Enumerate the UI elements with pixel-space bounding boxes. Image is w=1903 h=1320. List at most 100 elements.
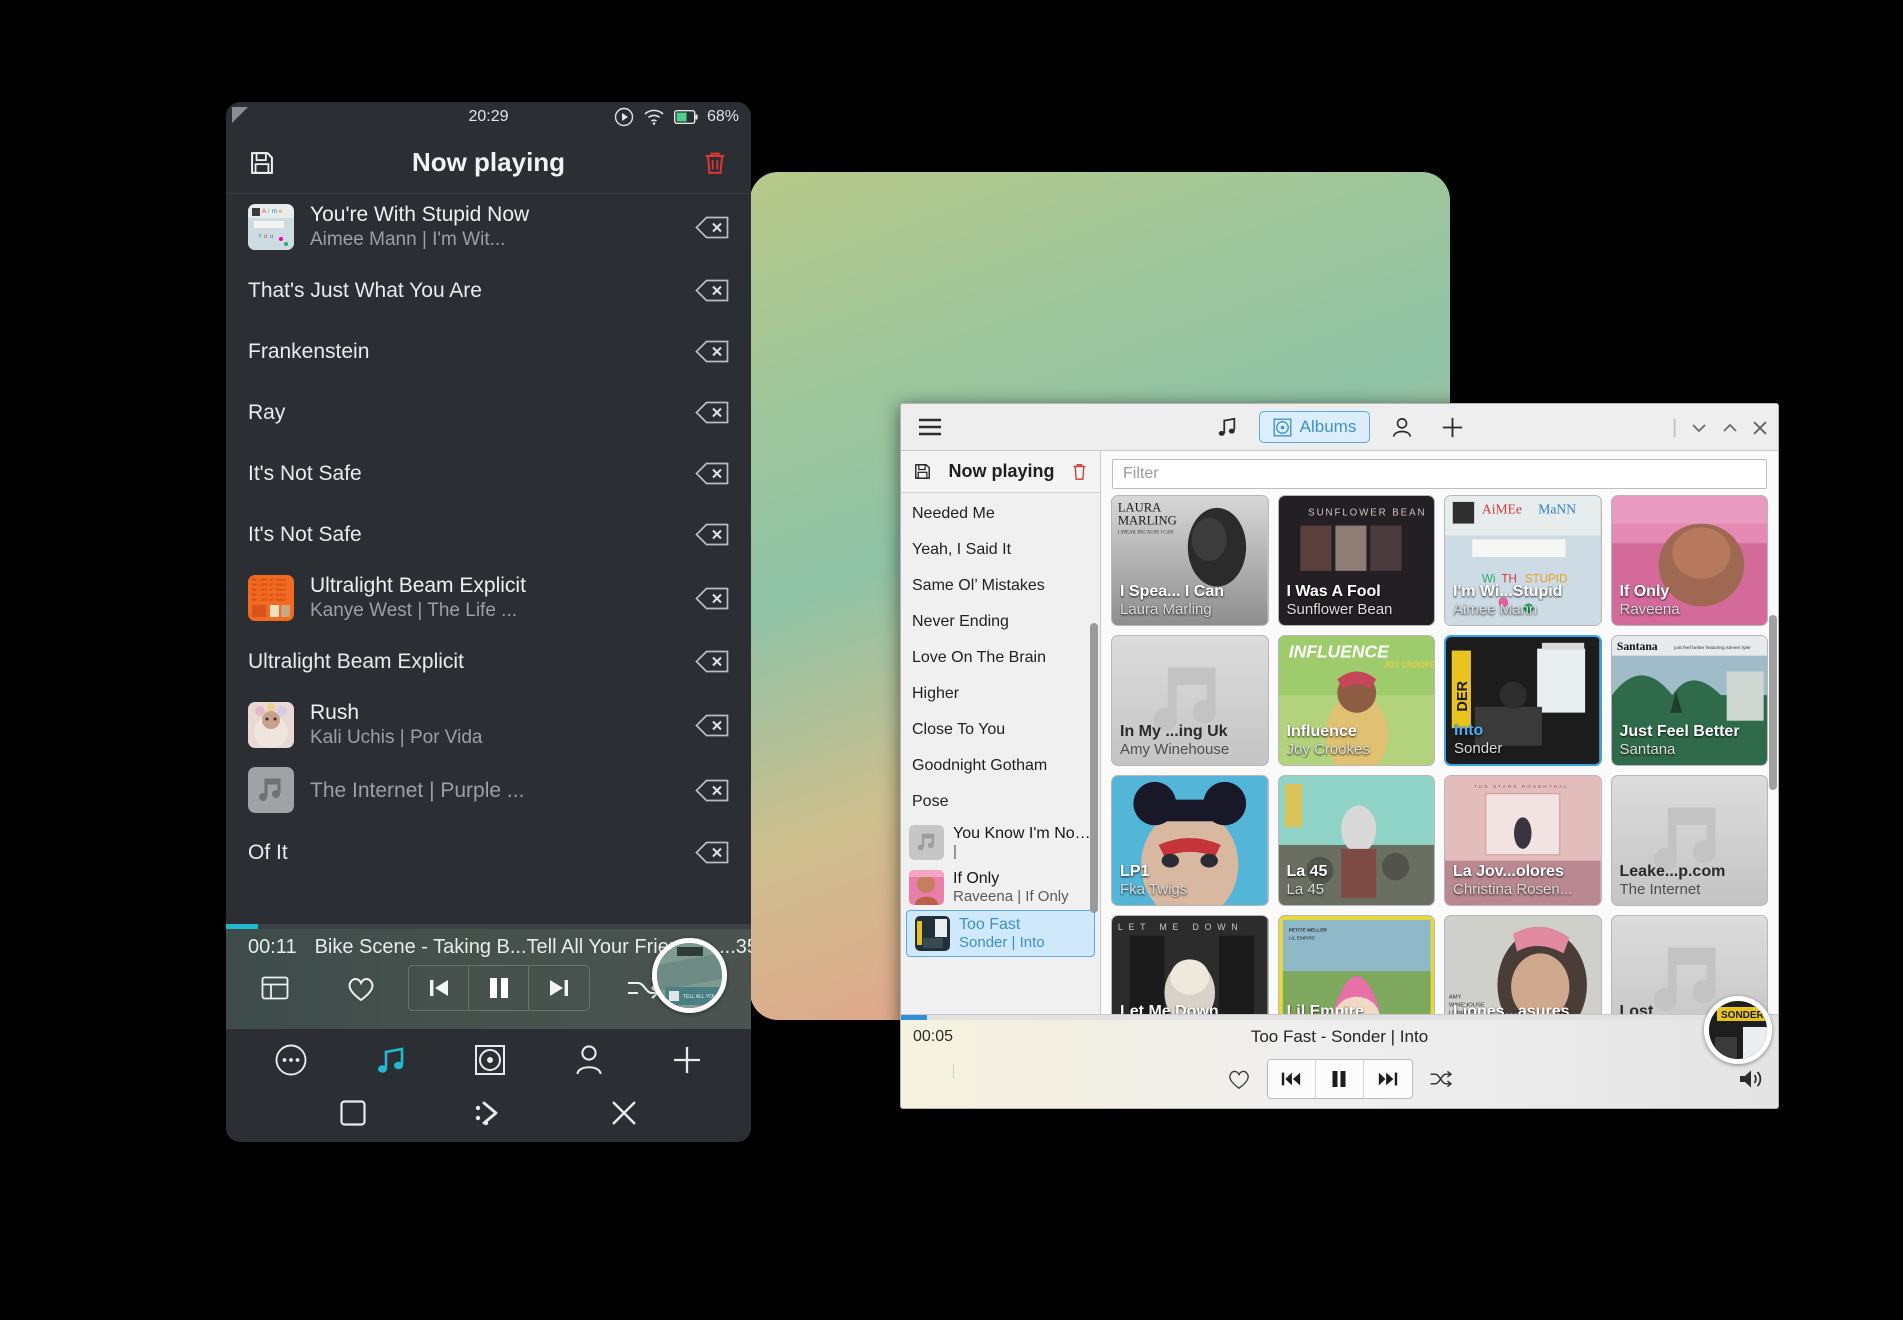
album-card[interactable]: INFLUENCEJOY CROOKES Influence Joy Crook… bbox=[1277, 635, 1435, 766]
list-item[interactable]: Same Ol’ Mistakes bbox=[901, 568, 1100, 604]
queue-item[interactable]: It's Not Safe bbox=[226, 443, 751, 504]
save-icon[interactable] bbox=[913, 462, 932, 481]
album-card[interactable]: La 45 La 45 bbox=[1277, 775, 1435, 906]
floating-album-art-phone[interactable]: TELL ALL YOUR FRIENDS bbox=[652, 938, 727, 1013]
remove-icon[interactable] bbox=[695, 650, 729, 673]
svg-text:just feel better featuring ste: just feel better featuring steven tyler bbox=[1673, 645, 1751, 651]
queue-item[interactable]: Frankenstein bbox=[226, 321, 751, 382]
queue-item[interactable]: The Internet | Purple ... bbox=[226, 758, 751, 822]
queue-item-subtitle: Kali Uchis | Por Vida bbox=[310, 727, 483, 748]
person-icon[interactable] bbox=[1384, 410, 1420, 444]
list-item[interactable]: Higher bbox=[901, 676, 1100, 712]
album-card[interactable]: AiMEe MaNN Wi TH STUPID I'm Wi...Stupid Aime… bbox=[1444, 495, 1602, 626]
queue-item[interactable]: AimeYou You're With Stupid Now Aimee Man… bbox=[226, 194, 751, 260]
heart-icon[interactable] bbox=[1227, 1068, 1251, 1090]
square-icon[interactable] bbox=[339, 1099, 367, 1127]
trash-icon[interactable] bbox=[1071, 462, 1088, 481]
remove-icon[interactable] bbox=[695, 841, 729, 864]
sidebar-title: Now playing bbox=[948, 461, 1055, 481]
album-card[interactable]: THE STARS ROSENTHAL La Jov...olores Chri… bbox=[1444, 775, 1602, 906]
music-note-icon[interactable] bbox=[375, 1044, 407, 1076]
now-playing-list[interactable]: Needed Me Yeah, I Said It Same Ol’ Mista… bbox=[901, 493, 1100, 1014]
queue-item[interactable]: Ultralight Beam Explicit bbox=[226, 631, 751, 692]
album-card[interactable]: LET ME DOWN Let Me Down Jorja Smith bbox=[1111, 915, 1269, 1014]
sidebar-scrollbar[interactable] bbox=[1090, 623, 1098, 913]
list-item[interactable]: Close To You bbox=[901, 712, 1100, 748]
remove-icon[interactable] bbox=[695, 216, 729, 239]
album-title: Liones...asures bbox=[1453, 1003, 1570, 1014]
remove-icon[interactable] bbox=[695, 587, 729, 610]
remove-icon[interactable] bbox=[695, 340, 729, 363]
list-item[interactable]: Yeah, I Said It bbox=[901, 532, 1100, 568]
minimize-icon[interactable] bbox=[1690, 421, 1708, 435]
remove-icon[interactable] bbox=[695, 779, 729, 802]
list-item[interactable]: Needed Me bbox=[901, 496, 1100, 532]
list-item[interactable]: Pose bbox=[901, 784, 1100, 820]
album-card[interactable]: LP1 Fka Twigs bbox=[1111, 775, 1269, 906]
album-card-selected[interactable]: DER Into Sonder bbox=[1444, 635, 1602, 766]
album-card[interactable]: If Only Raveena bbox=[1610, 495, 1768, 626]
queue-item-title: Ultralight Beam Explicit bbox=[248, 649, 464, 673]
previous-button[interactable] bbox=[1268, 1060, 1316, 1098]
person-icon[interactable] bbox=[574, 1044, 604, 1076]
queue-item[interactable]: That's Just What You Are bbox=[226, 260, 751, 321]
corner-triangle-icon bbox=[232, 107, 254, 127]
trash-icon[interactable] bbox=[701, 149, 729, 177]
album-card[interactable]: Santana just feel better featuring steven… bbox=[1610, 635, 1768, 766]
list-item-selected[interactable]: Too Fast Sonder | Into bbox=[906, 910, 1095, 957]
pause-button[interactable] bbox=[1316, 1060, 1364, 1098]
pause-button[interactable] bbox=[469, 966, 529, 1010]
music-note-icon[interactable] bbox=[1209, 410, 1245, 444]
albums-scrollbar[interactable] bbox=[1769, 615, 1777, 790]
desktop-titlebar: Albums | bbox=[901, 404, 1778, 451]
queue-item[interactable]: Ray bbox=[226, 382, 751, 443]
next-button[interactable] bbox=[1364, 1060, 1412, 1098]
remove-icon[interactable] bbox=[695, 714, 729, 737]
more-icon[interactable] bbox=[274, 1043, 308, 1077]
save-icon[interactable] bbox=[248, 149, 276, 177]
next-button[interactable] bbox=[529, 966, 589, 1010]
remove-icon[interactable] bbox=[695, 462, 729, 485]
album-card[interactable]: LAURA MARLING I SPEAK BECAUSE I CAN I Spea… bbox=[1111, 495, 1269, 626]
tab-albums[interactable]: Albums bbox=[1258, 411, 1371, 443]
album-card[interactable]: Leake...p.com The Internet bbox=[1610, 775, 1768, 906]
queue-item-title: It's Not Safe bbox=[248, 461, 362, 485]
hamburger-icon[interactable] bbox=[913, 410, 947, 444]
album-card[interactable]: AMYWINEHOUSELIONESS Liones...asures Amy … bbox=[1444, 915, 1602, 1014]
list-item[interactable]: Goodnight Gotham bbox=[901, 748, 1100, 784]
phone-bottom-nav bbox=[226, 1029, 751, 1142]
close-icon[interactable] bbox=[1752, 420, 1768, 436]
queue-item[interactable]: THE LIFE OF PABLO THE LIFE OF PABLO THE LI… bbox=[226, 565, 751, 631]
filter-input[interactable]: Filter bbox=[1112, 459, 1767, 489]
queue-item[interactable]: Of It bbox=[226, 822, 751, 883]
album-card[interactable]: PETITE MELLERLIL EMPIRE Lil Empire Petit… bbox=[1277, 915, 1435, 1014]
heart-icon[interactable] bbox=[334, 966, 388, 1010]
shuffle-icon[interactable] bbox=[1429, 1069, 1453, 1089]
queue-item[interactable]: Rush Kali Uchis | Por Vida bbox=[226, 692, 751, 758]
queue-item[interactable]: It's Not Safe bbox=[226, 504, 751, 565]
albums-icon[interactable] bbox=[474, 1044, 506, 1076]
albums-grid-wrapper[interactable]: LAURA MARLING I SPEAK BECAUSE I CAN I Spea… bbox=[1101, 495, 1778, 1014]
volume-icon[interactable] bbox=[1738, 1068, 1764, 1090]
remove-icon[interactable] bbox=[695, 279, 729, 302]
close-icon[interactable] bbox=[609, 1098, 639, 1128]
phone-queue-list[interactable]: AimeYou You're With Stupid Now Aimee Man… bbox=[226, 194, 751, 924]
svg-text:I SPEAK BECAUSE I CAN: I SPEAK BECAUSE I CAN bbox=[1118, 530, 1174, 535]
floating-album-art-desktop[interactable]: SONDER bbox=[1704, 996, 1772, 1064]
list-item[interactable]: You Know I'm No Good | bbox=[901, 820, 1100, 865]
previous-button[interactable] bbox=[409, 966, 469, 1010]
list-item[interactable]: Love On The Brain bbox=[901, 640, 1100, 676]
album-card[interactable]: In My ...ing Uk Amy Winehouse bbox=[1111, 635, 1269, 766]
remove-icon[interactable] bbox=[695, 401, 729, 424]
back-gesture-icon[interactable] bbox=[472, 1099, 504, 1127]
list-item[interactable]: Never Ending bbox=[901, 604, 1100, 640]
restore-icon[interactable] bbox=[1721, 421, 1739, 435]
remove-icon[interactable] bbox=[695, 523, 729, 546]
svg-text:AiMEe: AiMEe bbox=[1482, 502, 1522, 517]
list-item[interactable]: If Only Raveena | If Only bbox=[901, 865, 1100, 910]
album-card[interactable]: SUNFLOWER BEAN I Was A Fool Sunflower Be… bbox=[1277, 495, 1435, 626]
screen: Ridin Rou Kali Uchis K Ultralight Kanye … bbox=[0, 0, 1903, 1320]
plus-icon[interactable] bbox=[671, 1044, 703, 1076]
plus-icon[interactable] bbox=[1434, 410, 1470, 444]
sidebar-icon[interactable] bbox=[248, 966, 302, 1010]
